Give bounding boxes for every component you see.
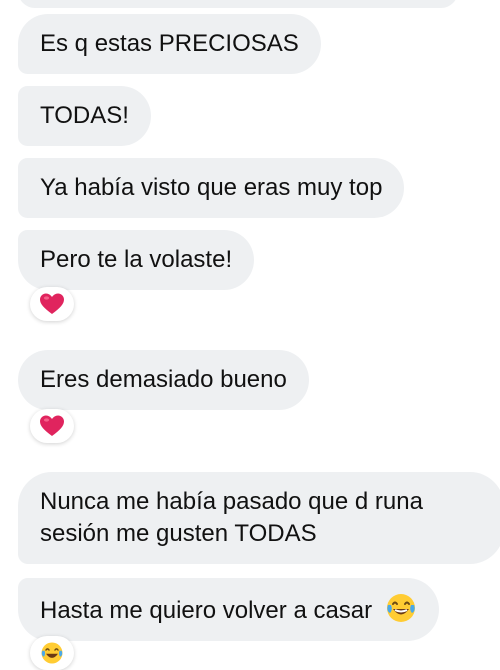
message-bubble[interactable]: TODAS! [18, 86, 151, 146]
message-text: TODAS! [40, 102, 129, 129]
message-text: Eres demasiado bueno [40, 366, 287, 393]
message-bubble[interactable]: Hasta me quiero volver a casar [18, 578, 439, 641]
heart-icon [40, 415, 64, 437]
laughing-tears-icon [385, 592, 417, 624]
message-text: Ya había visto que eras muy top [40, 174, 383, 201]
message-text: Hasta me quiero volver a casar [40, 597, 373, 624]
message-text: Es q estas PRECIOSAS [40, 30, 299, 57]
message-reaction[interactable] [30, 409, 74, 443]
heart-icon [40, 293, 64, 315]
message-reaction[interactable] [30, 287, 74, 321]
message-reaction[interactable] [30, 636, 74, 670]
message-text-line: Nunca me había pasado que d runa [40, 488, 423, 515]
message-bubble[interactable]: Es q estas PRECIOSAS [18, 14, 321, 74]
laughing-tears-icon [40, 641, 64, 665]
message-bubble[interactable]: Nunca me había pasado que d runa sesión … [18, 472, 500, 564]
message-bubble[interactable]: Eres demasiado bueno [18, 350, 309, 410]
message-text-line: sesión me gusten TODAS [40, 520, 317, 547]
message-text: Pero te la volaste! [40, 246, 233, 273]
message-bubble[interactable]: Ya había visto que eras muy top [18, 158, 405, 218]
previous-message-bubble [18, 0, 458, 8]
message-bubble[interactable]: Pero te la volaste! [18, 230, 255, 290]
